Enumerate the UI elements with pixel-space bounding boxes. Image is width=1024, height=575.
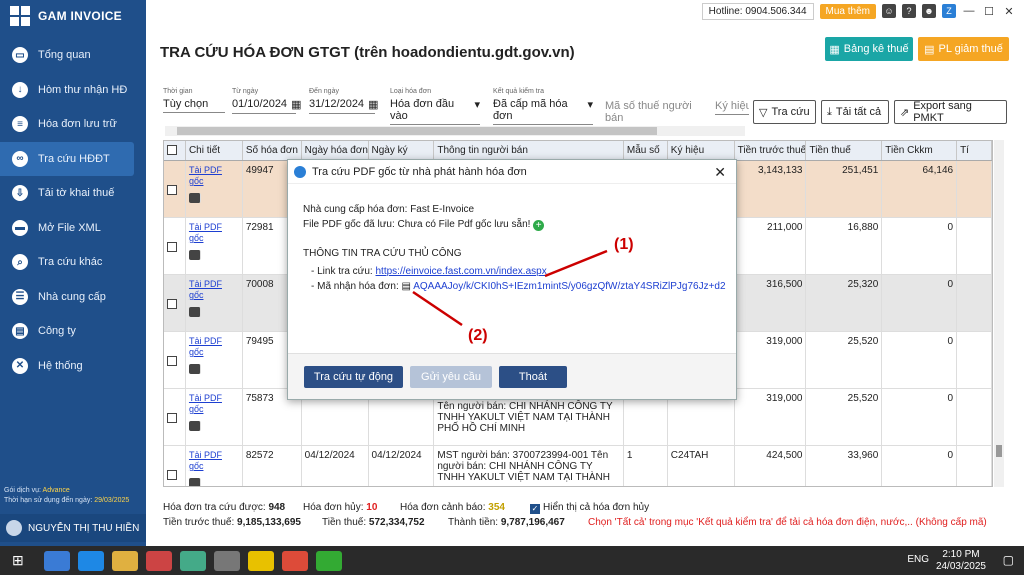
annotation-arrow-1: [544, 249, 608, 278]
windows-taskbar: ⊞ ENG 2:10 PM 24/03/2025 ▢: [0, 546, 1024, 575]
clock[interactable]: 2:10 PM 24/03/2025: [936, 549, 986, 573]
clock-time: 2:10 PM: [942, 549, 980, 560]
folder-icon[interactable]: [111, 550, 138, 571]
tray-lang[interactable]: ENG: [907, 554, 929, 565]
app-icon[interactable]: [43, 550, 70, 571]
app-icon[interactable]: [145, 550, 172, 571]
dropbox-icon[interactable]: [77, 550, 104, 571]
notification-icon[interactable]: ▢: [1003, 553, 1014, 567]
annotation-arrow-2: [412, 290, 463, 327]
zalo-icon[interactable]: [213, 550, 240, 571]
annotation-arrows: [412, 249, 608, 327]
gam-invoice-icon[interactable]: [179, 550, 206, 571]
app-icon[interactable]: [315, 550, 342, 571]
chrome-icon[interactable]: [281, 550, 308, 571]
windows-start-icon[interactable]: ⊞: [12, 552, 24, 569]
annotation-label-1: (1): [614, 236, 634, 253]
sticky-notes-icon[interactable]: [247, 550, 274, 571]
clock-date: 24/03/2025: [935, 561, 986, 572]
annotation-label-2: (2): [468, 327, 488, 344]
